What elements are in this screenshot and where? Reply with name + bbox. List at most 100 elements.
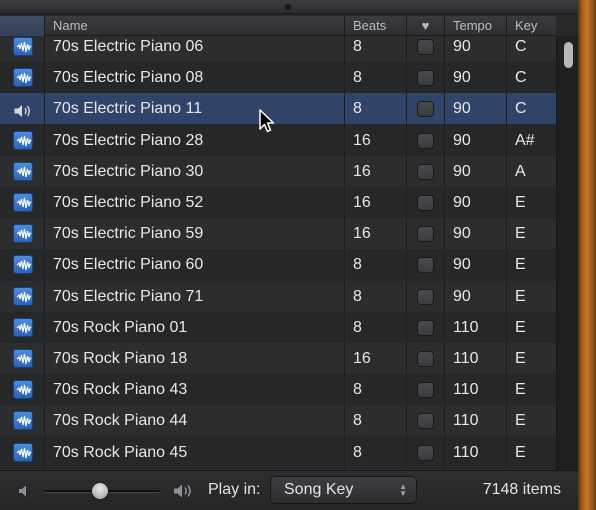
loop-tempo: 90 [444,280,506,312]
waveform-icon[interactable] [13,411,33,431]
waveform-icon[interactable] [13,68,33,88]
loop-beats: 8 [344,36,406,62]
loop-beats: 8 [344,311,406,343]
loop-name: 70s Rock Piano 18 [44,343,344,374]
loop-name: 70s Rock Piano 01 [44,311,344,343]
loop-type-cell[interactable] [0,405,44,436]
loop-beats: 8 [344,249,406,281]
loop-name: 70s Electric Piano 28 [44,124,344,156]
loop-type-cell[interactable] [0,343,44,374]
favorite-cell [406,405,444,437]
header-beats[interactable]: Beats [344,16,406,36]
header-name[interactable]: Name [44,16,344,36]
waveform-icon[interactable] [13,380,33,400]
loop-name: 70s Electric Piano 11 [44,93,344,125]
mouse-pointer-icon [259,109,275,133]
table-row[interactable]: 70s Electric Piano 60 8 90 E [0,249,556,281]
loop-tempo: 90 [444,218,506,250]
loop-name: 70s Rock Piano 43 [44,374,344,406]
table-row[interactable]: 70s Rock Piano 18 16 110 E [0,343,556,374]
table-row[interactable]: 70s Electric Piano 30 16 90 A [0,155,556,187]
loop-type-cell[interactable] [0,93,44,124]
table-row[interactable]: 70s Electric Piano 08 8 90 C [0,62,556,94]
favorite-checkbox[interactable] [417,351,434,367]
loop-type-cell[interactable] [0,218,44,249]
loop-type-cell[interactable] [0,312,44,343]
loop-beats: 16 [344,218,406,250]
volume-low-icon [19,485,26,497]
loop-type-cell[interactable] [0,36,44,62]
favorite-checkbox[interactable] [417,39,434,55]
resize-handle[interactable] [0,0,578,14]
table-row[interactable]: 70s Electric Piano 28 16 90 A# [0,124,556,156]
waveform-icon[interactable] [13,37,33,56]
loop-tempo: 110 [444,405,506,437]
favorite-checkbox[interactable] [417,132,434,149]
waveform-icon[interactable] [13,224,33,244]
loop-beats: 8 [344,405,406,437]
play-in-dropdown[interactable]: Song Key ▲ ▼ [270,476,417,504]
loop-key: C [506,62,556,94]
loop-type-cell[interactable] [0,249,44,280]
loop-list: 70s Electric Piano 06 8 90 C 70s Electri… [0,36,556,470]
favorite-checkbox[interactable] [417,226,434,243]
table-row[interactable]: 70s Rock Piano 45 8 110 E [0,436,556,468]
loop-type-cell[interactable] [0,437,44,468]
favorite-checkbox[interactable] [417,70,434,87]
waveform-icon[interactable] [13,317,33,337]
table-row[interactable]: 70s Rock Piano 43 8 110 E [0,374,556,406]
favorite-cell [406,124,444,156]
loop-tempo: 90 [444,36,506,62]
loop-browser-panel: Name Beats ♥ Tempo Key 70s Electric Pian… [0,0,578,510]
loop-type-cell[interactable] [0,281,44,312]
speaker-playing-icon[interactable] [13,100,35,118]
favorite-checkbox[interactable] [417,288,434,305]
loop-beats: 8 [344,93,406,125]
loop-beats: 8 [344,280,406,312]
favorite-checkbox[interactable] [417,319,434,336]
loop-type-cell[interactable] [0,62,44,93]
loop-key: E [506,405,556,437]
favorite-checkbox[interactable] [417,444,434,461]
scrollbar-thumb[interactable] [564,42,573,68]
loop-type-cell[interactable] [0,374,44,405]
loop-key: E [506,311,556,343]
waveform-icon[interactable] [13,286,33,306]
table-row[interactable]: 70s Electric Piano 59 16 90 E [0,218,556,250]
favorite-checkbox[interactable] [417,382,434,399]
header-key[interactable]: Key [506,16,556,36]
loop-name: 70s Electric Piano 52 [44,187,344,218]
vertical-scrollbar[interactable] [556,36,578,470]
waveform-icon[interactable] [13,349,33,368]
favorite-checkbox[interactable] [417,257,434,274]
volume-slider-knob[interactable] [90,482,109,500]
favorite-checkbox[interactable] [417,195,434,211]
header-favorite-heart-icon[interactable]: ♥ [406,16,444,36]
loop-type-cell[interactable] [0,187,44,218]
loop-key: C [506,93,556,125]
loop-key: E [506,187,556,218]
favorite-checkbox[interactable] [417,101,434,118]
grip-dot-icon [285,4,291,10]
loop-type-cell[interactable] [0,156,44,187]
header-icon-column[interactable] [0,16,44,36]
table-row[interactable]: 70s Rock Piano 01 8 110 E [0,311,556,343]
waveform-icon[interactable] [13,442,33,462]
favorite-checkbox[interactable] [417,413,434,430]
waveform-icon[interactable] [13,255,33,275]
header-tempo[interactable]: Tempo [444,16,506,36]
waveform-icon[interactable] [13,193,33,212]
table-row[interactable]: 70s Electric Piano 71 8 90 E [0,280,556,312]
loop-name: 70s Electric Piano 59 [44,218,344,250]
favorite-cell [406,280,444,312]
loop-type-cell[interactable] [0,125,44,156]
table-row[interactable]: 70s Electric Piano 52 16 90 E [0,187,556,218]
table-row[interactable]: 70s Rock Piano 44 8 110 E [0,405,556,437]
waveform-icon[interactable] [13,161,33,181]
table-row[interactable]: 70s Electric Piano 06 8 90 C [0,36,556,62]
favorite-cell [406,249,444,281]
volume-high-icon [174,484,191,498]
waveform-icon[interactable] [13,130,33,150]
favorite-checkbox[interactable] [417,163,434,180]
table-row[interactable]: 70s Electric Piano 11 8 90 C [0,93,556,125]
